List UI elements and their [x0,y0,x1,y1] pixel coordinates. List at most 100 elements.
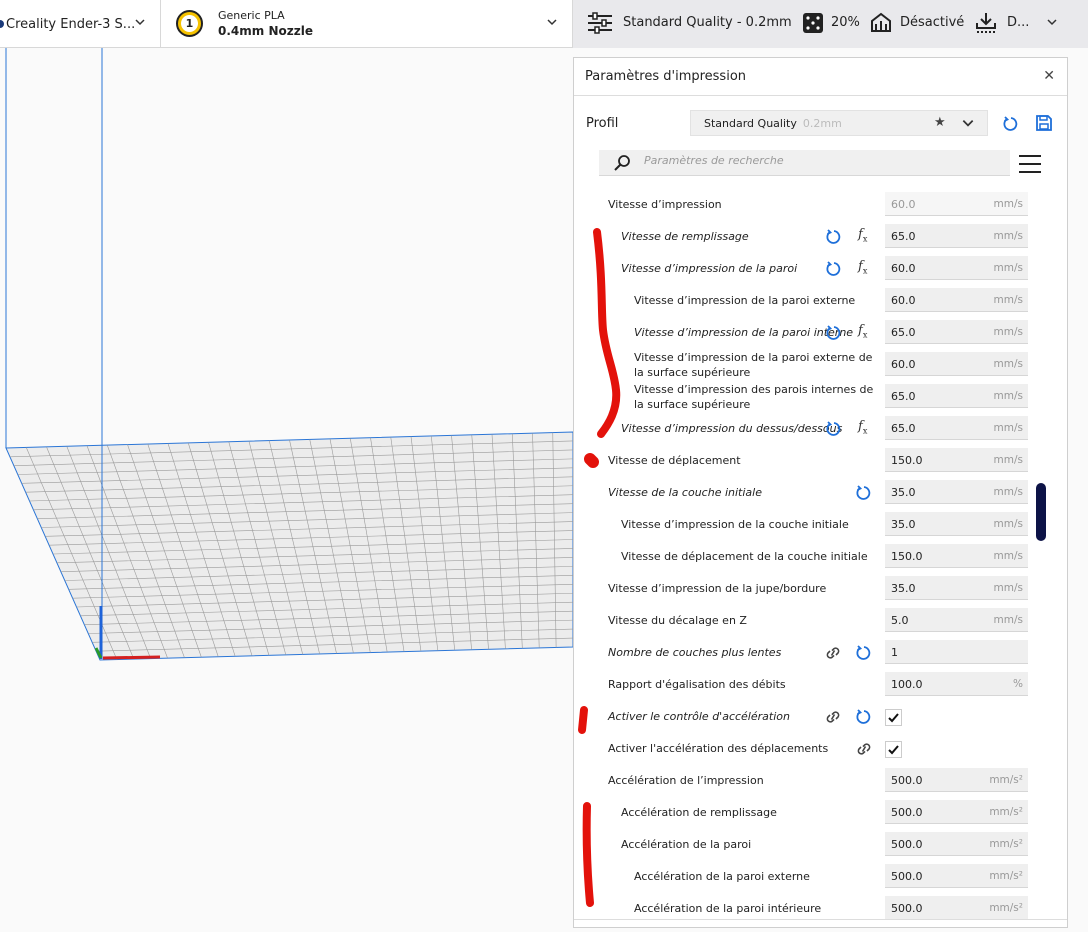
setting-row: Nombre de couches plus lentes 1 [574,637,1067,669]
adhesion-value: D... [1007,15,1030,30]
setting-value-field[interactable]: 65.0 mm/s [885,416,1028,440]
formula-icon[interactable]: fx [858,259,867,276]
setting-unit: mm/s [993,294,1023,306]
setting-row: Accélération de la paroi 500.0 mm/s² [574,829,1067,861]
setting-row: Activer l'accélération des déplacements [574,733,1067,765]
setting-checkbox[interactable] [885,741,902,758]
reset-icon[interactable] [856,485,872,505]
setting-value-field[interactable]: 500.0 mm/s² [885,800,1028,824]
formula-icon[interactable]: fx [858,419,867,436]
setting-value-field[interactable]: 150.0 mm/s [885,448,1028,472]
print-settings-selector[interactable]: Standard Quality - 0.2mm 20% Désactivé D… [573,0,1088,48]
setting-value-field[interactable]: 1 [885,640,1028,664]
setting-label: Vitesse de la couche initiale [608,486,762,499]
setting-row: Activer le contrôle d'accélération [574,701,1067,733]
support-value: Désactivé [900,15,965,30]
setting-unit: mm/s [993,422,1023,434]
infill-icon [803,13,823,33]
reset-icon[interactable] [856,645,872,665]
printer-selector[interactable]: Creality Ender-3 S... [0,0,161,48]
setting-value-field[interactable]: 500.0 mm/s² [885,864,1028,888]
setting-value-field[interactable]: 35.0 mm/s [885,480,1028,504]
setting-value: 60.0 [891,198,916,211]
reset-icon[interactable] [1003,116,1019,132]
setting-row: Vitesse d’impression de la couche initia… [574,509,1067,541]
panel-footer [574,919,1067,927]
close-icon[interactable]: ✕ [1043,68,1055,84]
setting-value-field[interactable]: 500.0 mm/s² [885,896,1028,920]
setting-row: Rapport d'égalisation des débits 100.0% [574,669,1067,701]
adhesion-icon [976,13,996,33]
setting-value-field[interactable]: 65.0 mm/s [885,224,1028,248]
setting-row: Vitesse de déplacement 150.0 mm/s [574,445,1067,477]
setting-value: 60.0 [891,358,916,371]
setting-checkbox[interactable] [885,709,902,726]
setting-row: Vitesse de déplacement de la couche init… [574,541,1067,573]
star-icon[interactable]: ★ [934,115,946,130]
setting-value-field[interactable]: 60.0 mm/s [885,288,1028,312]
setting-unit: mm/s [993,550,1023,562]
setting-row: Accélération de l’impression 500.0 mm/s² [574,765,1067,797]
search-input[interactable] [644,154,984,167]
nozzle-size: 0.4mm Nozzle [218,24,313,38]
printer-name: Creality Ender-3 S... [6,16,136,32]
profile-layer-height: 0.2mm [802,117,842,130]
setting-value-field[interactable]: 35.0 mm/s [885,512,1028,536]
reset-icon[interactable] [826,421,842,441]
setting-value-field[interactable]: 5.0 mm/s [885,608,1028,632]
setting-value-field[interactable]: 65.0 mm/s [885,384,1028,408]
formula-icon[interactable]: fx [858,227,867,244]
setting-value-field[interactable]: 60.0 mm/s [885,256,1028,280]
menu-icon[interactable] [1019,155,1041,179]
setting-value: 35.0 [891,582,916,595]
infill-value: 20% [831,15,860,30]
profile-dropdown[interactable]: Standard Quality 0.2mm ★ [690,110,988,136]
scrollbar-thumb[interactable] [1036,483,1046,541]
setting-label: Accélération de la paroi intérieure [634,902,822,915]
reset-icon[interactable] [826,261,842,281]
setting-value-field[interactable]: 35.0 mm/s [885,576,1028,600]
build-plate [5,431,574,661]
setting-value: 65.0 [891,390,916,403]
setting-row: Vitesse d’impression 60.0 mm/s [574,189,1067,221]
setting-value: 150.0 [891,550,923,563]
search-icon [614,155,630,171]
setting-value: 5.0 [891,614,909,627]
setting-label: Vitesse d’impression de la paroi externe… [634,351,873,379]
sliders-icon [588,12,612,34]
setting-unit: mm/s [993,614,1023,626]
setting-value-field[interactable]: 100.0% [885,672,1028,696]
setting-value-field[interactable]: 60.0 mm/s [885,192,1028,216]
formula-icon[interactable]: fx [858,323,867,340]
link-icon [855,741,873,761]
setting-value: 1 [891,646,898,659]
reset-icon[interactable] [826,229,842,249]
setting-value-field[interactable]: 500.0 mm/s² [885,768,1028,792]
setting-label: Activer le contrôle d'accélération [608,710,790,723]
panel-header: Paramètres d'impression ✕ [574,58,1067,96]
save-icon[interactable] [1035,114,1053,132]
setting-unit: mm/s² [989,806,1023,818]
3d-viewport[interactable] [0,48,574,928]
setting-unit: % [1013,678,1023,690]
setting-value-field[interactable]: 500.0 mm/s² [885,832,1028,856]
setting-label: Vitesse du décalage en Z [608,614,747,627]
setting-value-field[interactable]: 150.0 mm/s [885,544,1028,568]
setting-row: Vitesse d’impression de la paroi externe… [574,349,1067,381]
setting-label: Activer l'accélération des déplacements [608,742,829,755]
setting-row: Vitesse de remplissage fx 65.0 mm/s [574,221,1067,253]
setting-label: Vitesse d’impression du dessus/dessous [621,422,843,435]
reset-icon[interactable] [856,709,872,729]
material-selector[interactable]: 1 Generic PLA 0.4mm Nozzle [161,0,573,48]
setting-label: Vitesse de déplacement de la couche init… [621,550,868,563]
reset-icon[interactable] [826,325,842,345]
link-icon [824,645,842,665]
profile-row: Profil Standard Quality 0.2mm ★ [574,108,1067,138]
support-icon [871,12,891,32]
setting-value-field[interactable]: 60.0 mm/s [885,352,1028,376]
setting-value: 100.0 [891,678,923,691]
setting-value: 65.0 [891,230,916,243]
setting-row: Accélération de remplissage 500.0 mm/s² [574,797,1067,829]
setting-value-field[interactable]: 65.0 mm/s [885,320,1028,344]
setting-row: Vitesse d’impression de la jupe/bordure 3… [574,573,1067,605]
